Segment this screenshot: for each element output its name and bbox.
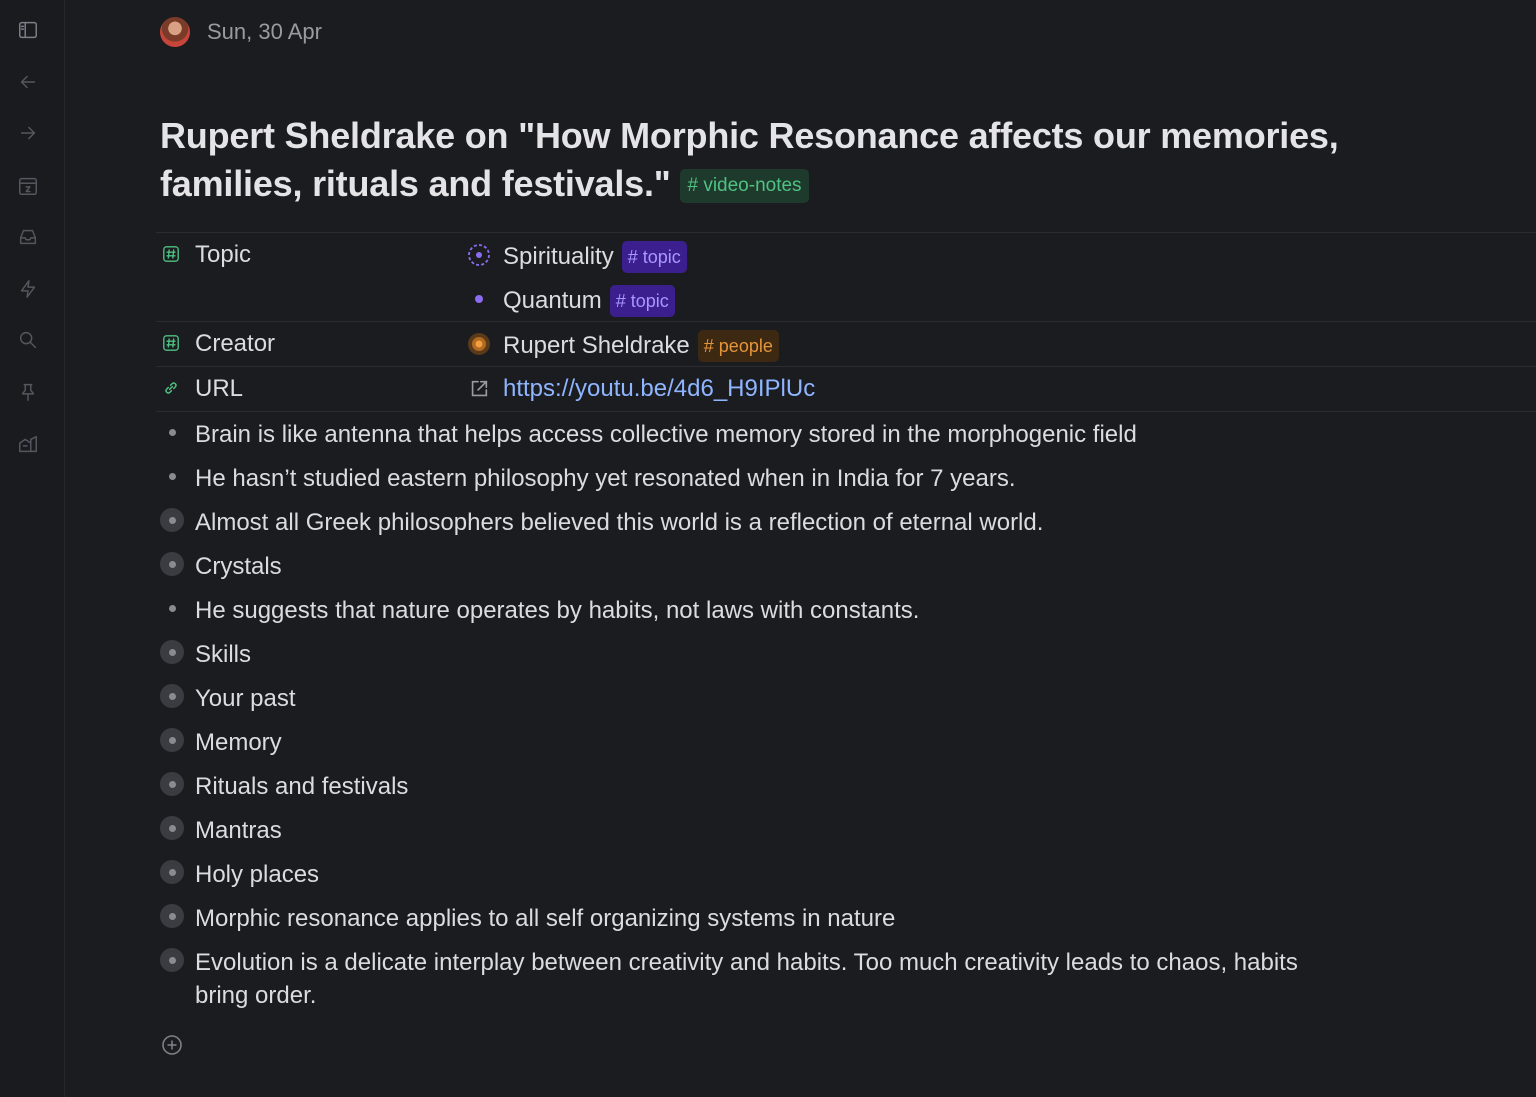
list-item-text[interactable]: Holy places bbox=[195, 858, 1315, 891]
value-text[interactable]: Spirituality bbox=[503, 243, 614, 271]
fields-table: Topic Spirituality # topic Quantum # top… bbox=[156, 232, 1536, 412]
field-value-spirituality[interactable]: Spirituality # topic bbox=[156, 233, 1536, 277]
person-node-icon bbox=[467, 332, 491, 356]
collapsed-bullet-icon[interactable] bbox=[160, 640, 184, 664]
list-item-text[interactable]: Mantras bbox=[195, 814, 1315, 847]
bullet-icon[interactable] bbox=[160, 420, 184, 444]
topic-tag[interactable]: # topic bbox=[609, 285, 675, 317]
list-item[interactable]: Memory bbox=[156, 718, 1536, 762]
video-notes-tag[interactable]: # video-notes bbox=[680, 169, 809, 204]
list-item-text[interactable]: Almost all Greek philosophers believed t… bbox=[195, 506, 1315, 539]
forward-arrow-icon[interactable] bbox=[16, 121, 40, 145]
list-item[interactable]: Crystals bbox=[156, 542, 1536, 586]
calendar-icon[interactable] bbox=[16, 174, 40, 198]
bullet-list: Brain is like antenna that helps access … bbox=[156, 410, 1536, 1026]
list-item-text[interactable]: He suggests that nature operates by habi… bbox=[195, 594, 1315, 627]
list-item[interactable]: He hasn’t studied eastern philosophy yet… bbox=[156, 454, 1536, 498]
page-title[interactable]: Rupert Sheldrake on "How Morphic Resonan… bbox=[160, 112, 1380, 208]
list-item[interactable]: Mantras bbox=[156, 806, 1536, 850]
inbox-icon[interactable] bbox=[16, 225, 40, 249]
topic-tag[interactable]: # topic bbox=[621, 241, 687, 273]
list-item-text[interactable]: Crystals bbox=[195, 550, 1315, 583]
list-item-text[interactable]: Brain is like antenna that helps access … bbox=[195, 418, 1315, 451]
list-item[interactable]: Your past bbox=[156, 674, 1536, 718]
collapsed-bullet-icon[interactable] bbox=[160, 904, 184, 928]
library-icon[interactable] bbox=[16, 432, 40, 456]
field-row-topic: Topic Spirituality # topic Quantum # top… bbox=[156, 232, 1536, 321]
collapsed-bullet-icon[interactable] bbox=[160, 684, 184, 708]
list-item-text[interactable]: Morphic resonance applies to all self or… bbox=[195, 902, 1315, 935]
list-item-text[interactable]: He hasn’t studied eastern philosophy yet… bbox=[195, 462, 1315, 495]
main-content: Sun, 30 Apr Rupert Sheldrake on "How Mor… bbox=[64, 0, 1536, 1097]
bullet-icon[interactable] bbox=[160, 464, 184, 488]
list-item-text[interactable]: Skills bbox=[195, 638, 1315, 671]
collapsed-bullet-icon[interactable] bbox=[160, 508, 184, 532]
collapsed-bullet-icon[interactable] bbox=[160, 860, 184, 884]
list-item-text[interactable]: Your past bbox=[195, 682, 1315, 715]
collapsed-bullet-icon[interactable] bbox=[160, 728, 184, 752]
collapsed-bullet-icon[interactable] bbox=[160, 552, 184, 576]
field-label-creator[interactable]: Creator bbox=[195, 330, 275, 358]
collapsed-bullet-icon[interactable] bbox=[160, 772, 184, 796]
url-link[interactable]: https://youtu.be/4d6_H9IPlUc bbox=[503, 375, 815, 403]
list-item-text[interactable]: Evolution is a delicate interplay betwee… bbox=[195, 946, 1315, 1012]
list-item[interactable]: Skills bbox=[156, 630, 1536, 674]
field-value-creator[interactable]: Rupert Sheldrake # people bbox=[503, 330, 779, 362]
bullet-icon[interactable] bbox=[160, 596, 184, 620]
list-item[interactable]: Holy places bbox=[156, 850, 1536, 894]
field-row-url: URL https://youtu.be/4d6_H9IPlUc bbox=[156, 366, 1536, 412]
sidebar bbox=[0, 0, 65, 1097]
list-item[interactable]: Evolution is a delicate interplay betwee… bbox=[156, 938, 1536, 1026]
hash-field-icon bbox=[162, 334, 182, 354]
pin-icon[interactable] bbox=[16, 380, 40, 404]
list-item-text[interactable]: Rituals and festivals bbox=[195, 770, 1315, 803]
page-date: Sun, 30 Apr bbox=[207, 19, 322, 44]
list-item[interactable]: Morphic resonance applies to all self or… bbox=[156, 894, 1536, 938]
field-value-quantum[interactable]: Quantum # topic bbox=[156, 277, 1536, 321]
bullet-dot-icon bbox=[467, 287, 491, 311]
avatar[interactable] bbox=[160, 17, 190, 47]
add-block-button[interactable] bbox=[161, 1034, 183, 1056]
collapsed-bullet-icon[interactable] bbox=[160, 948, 184, 972]
list-item[interactable]: Rituals and festivals bbox=[156, 762, 1536, 806]
list-item[interactable]: Almost all Greek philosophers believed t… bbox=[156, 498, 1536, 542]
sidebar-toggle-icon[interactable] bbox=[16, 18, 40, 42]
collapsed-bullet-icon[interactable] bbox=[160, 816, 184, 840]
lightning-icon[interactable] bbox=[16, 277, 40, 301]
value-text[interactable]: Quantum bbox=[503, 287, 602, 315]
list-item[interactable]: He suggests that nature operates by habi… bbox=[156, 586, 1536, 630]
search-icon[interactable] bbox=[16, 328, 40, 352]
people-tag[interactable]: # people bbox=[697, 330, 779, 362]
link-icon bbox=[162, 379, 182, 399]
page-header: Sun, 30 Apr bbox=[160, 16, 322, 48]
back-arrow-icon[interactable] bbox=[16, 70, 40, 94]
external-link-icon[interactable] bbox=[467, 377, 491, 401]
field-row-creator: Creator Rupert Sheldrake # people bbox=[156, 321, 1536, 366]
target-icon bbox=[467, 243, 491, 267]
list-item-text[interactable]: Memory bbox=[195, 726, 1315, 759]
list-item[interactable]: Brain is like antenna that helps access … bbox=[156, 410, 1536, 454]
value-text[interactable]: Rupert Sheldrake bbox=[503, 332, 690, 360]
field-label-url[interactable]: URL bbox=[195, 375, 243, 403]
